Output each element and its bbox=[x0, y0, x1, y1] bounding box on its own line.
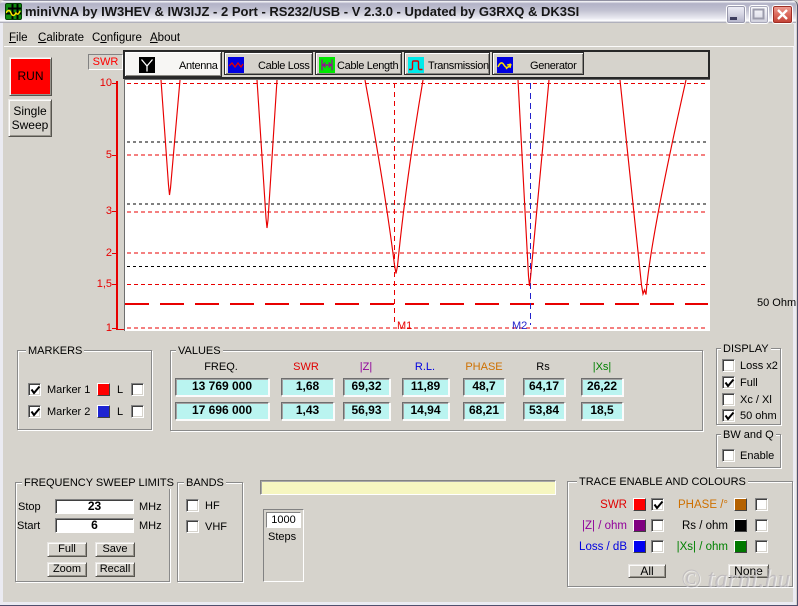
svg-text:M1: M1 bbox=[397, 320, 412, 330]
svg-text:M2: M2 bbox=[512, 320, 527, 330]
